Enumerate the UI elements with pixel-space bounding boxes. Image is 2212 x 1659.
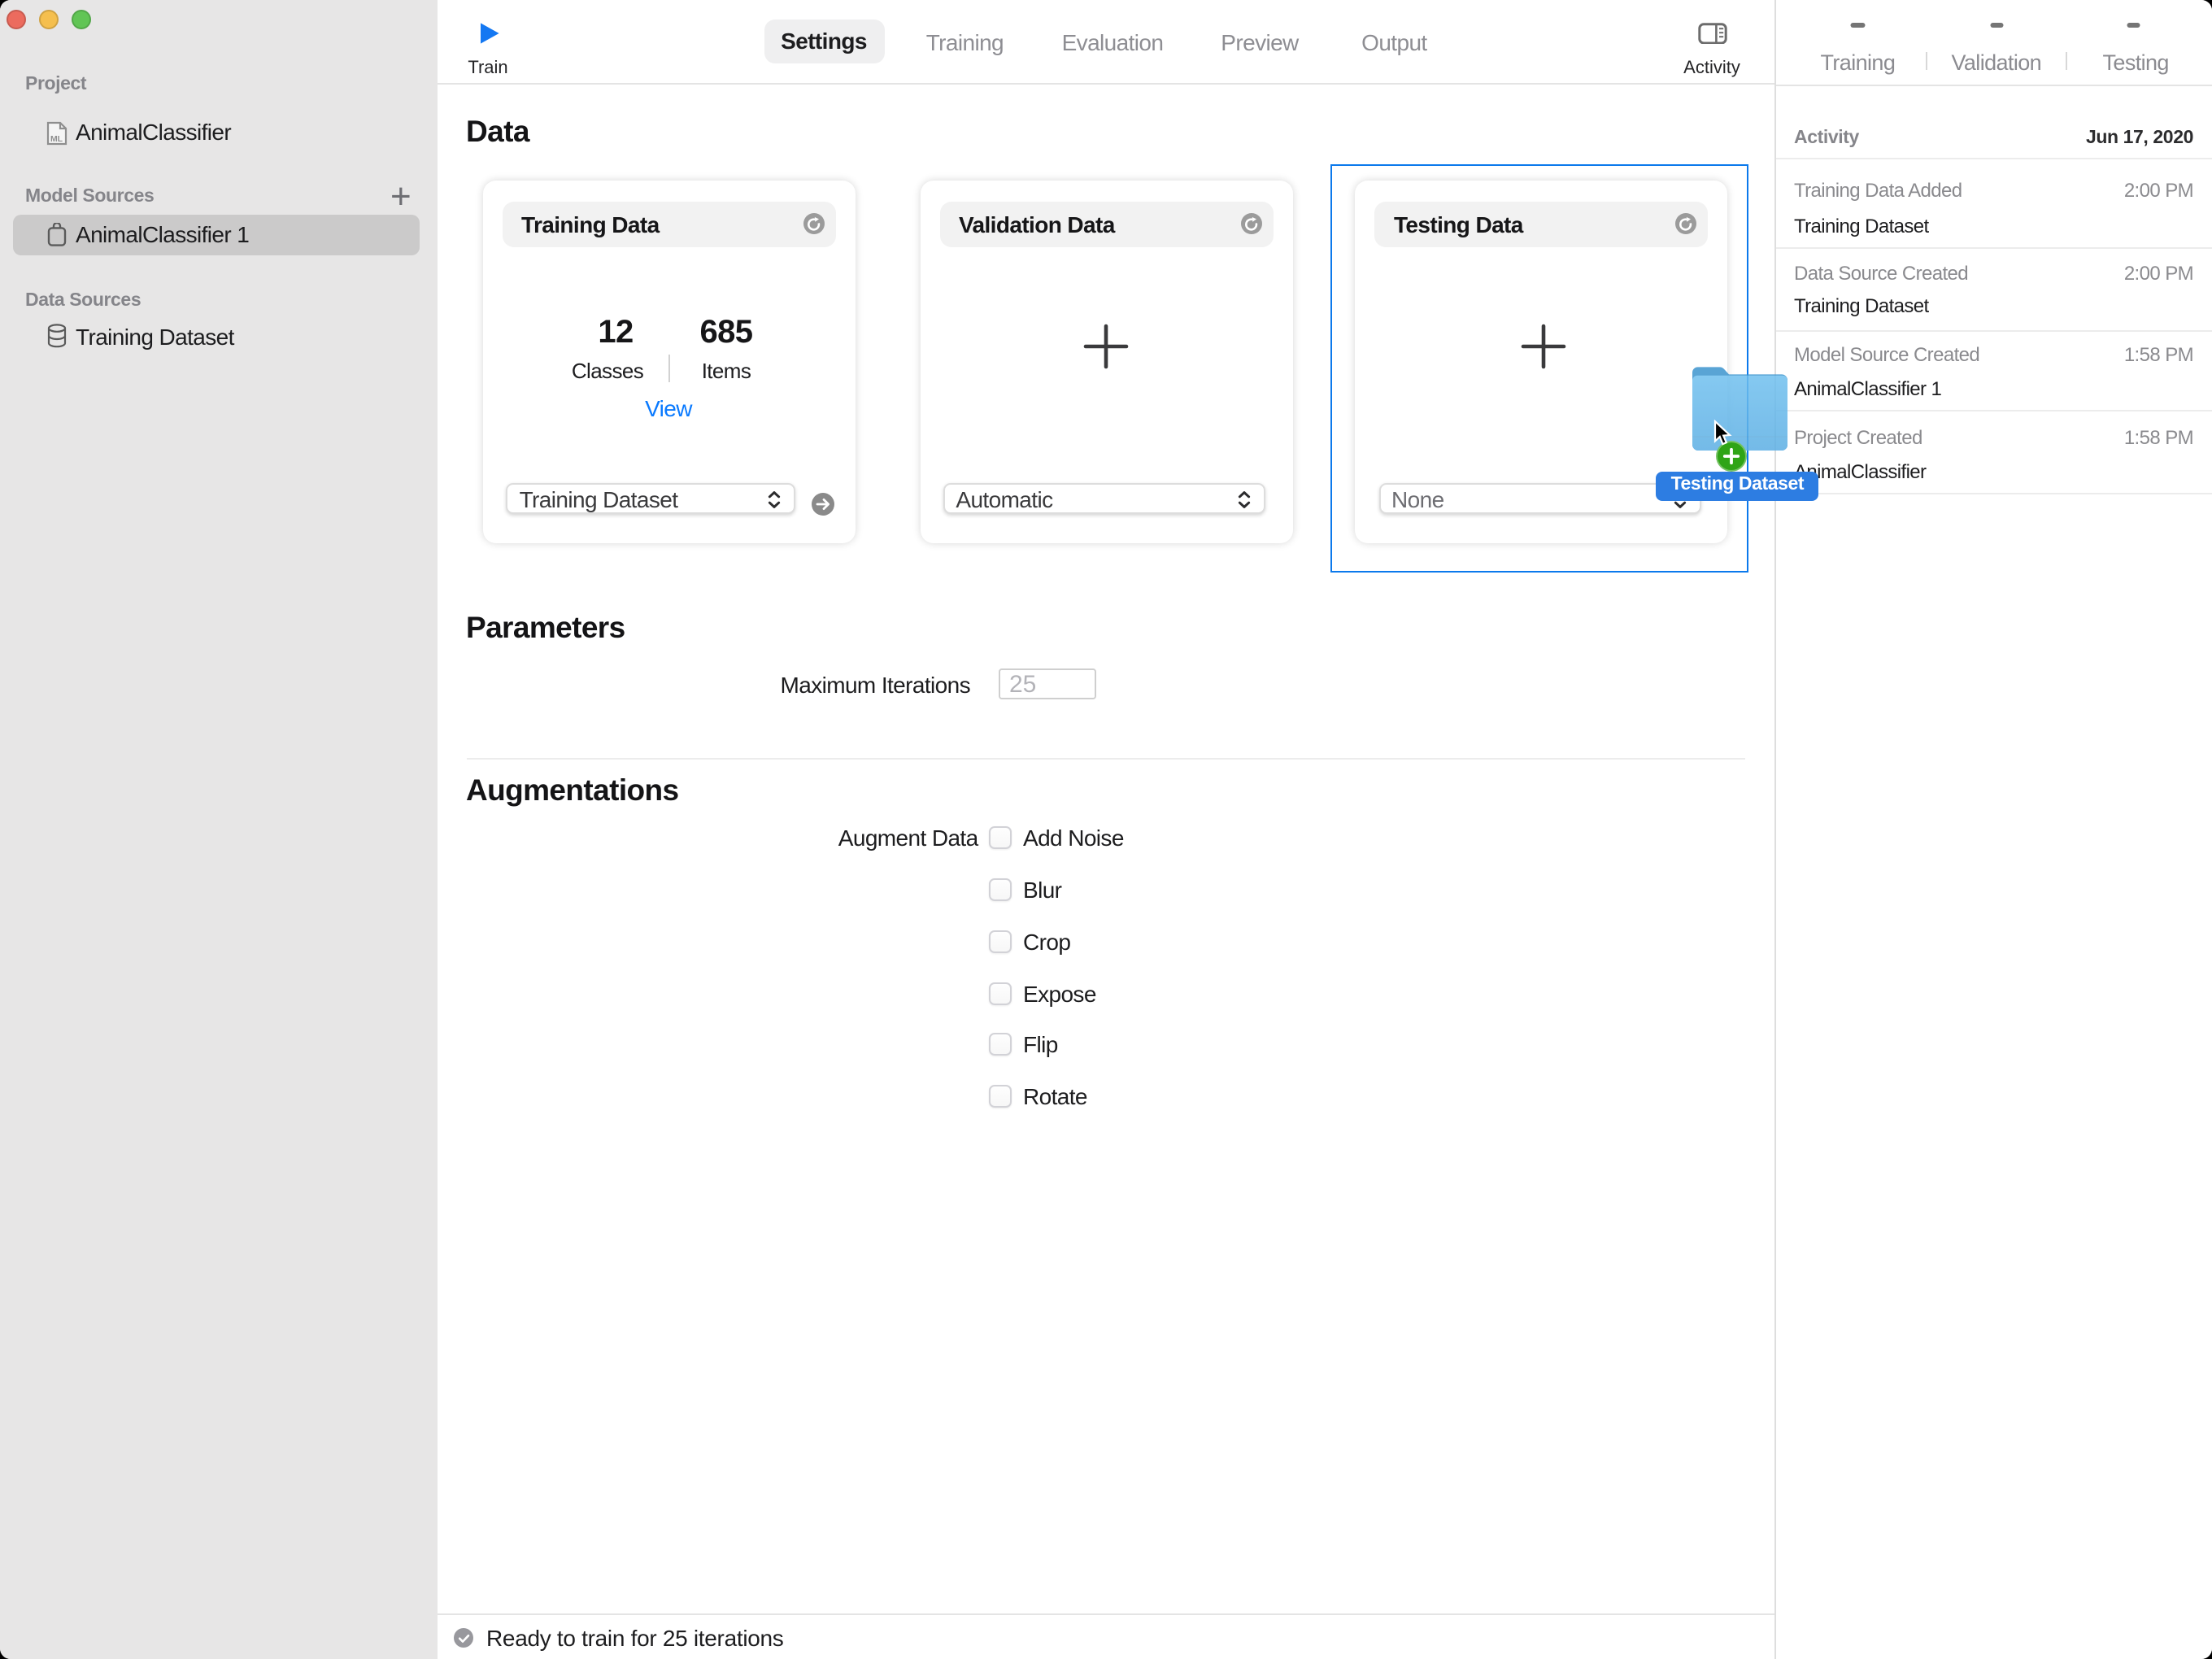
svg-text:ML: ML — [50, 134, 63, 143]
